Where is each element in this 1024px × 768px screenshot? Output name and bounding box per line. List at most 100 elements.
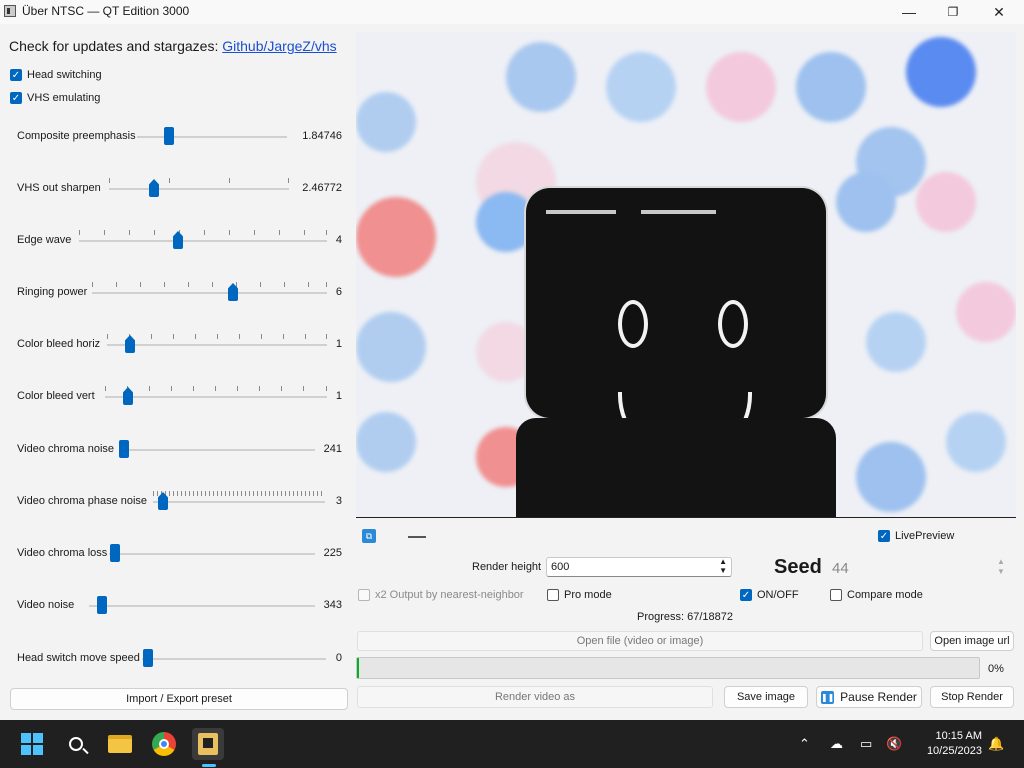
slider-track[interactable] — [92, 292, 327, 294]
onedrive-icon[interactable]: ☁ — [830, 736, 843, 752]
checkbox-unchecked-icon — [830, 589, 842, 601]
checkbox-checked-icon: ✓ — [878, 530, 890, 542]
slider-video-chroma-noise: Video chroma noise 241 — [17, 439, 342, 461]
x2-output-checkbox[interactable]: x2 Output by nearest-neighbor — [358, 589, 524, 601]
pause-render-button[interactable]: ❚❚ Pause Render — [816, 686, 922, 708]
seed-spin-icon[interactable]: ▲ ▼ — [997, 557, 1005, 577]
slider-track[interactable] — [79, 240, 327, 242]
onoff-checkbox[interactable]: ✓ ON/OFF — [740, 589, 799, 601]
slider-color-bleed-vert: Color bleed vert 1 — [17, 386, 342, 408]
file-explorer-icon[interactable] — [104, 728, 136, 760]
slider-video-chroma-loss: Video chroma loss 225 — [17, 543, 342, 565]
close-button[interactable]: ✕ — [976, 0, 1022, 24]
onoff-label: ON/OFF — [757, 589, 799, 601]
render-controls: ⧉ ✓ LivePreview Render height 600 ▲ ▼ See… — [356, 519, 1024, 720]
head-switching-label: Head switching — [27, 69, 102, 81]
slider-handle[interactable] — [164, 127, 174, 145]
slider-label: VHS out sharpen — [17, 182, 101, 194]
video-preview — [356, 32, 1016, 518]
bg-bubble — [356, 197, 436, 277]
updates-text: Check for updates and stargazes: — [9, 38, 219, 54]
timeline-slider[interactable] — [408, 536, 426, 538]
slider-video-noise: Video noise 343 — [17, 595, 342, 617]
bg-bubble — [916, 172, 976, 232]
slider-track[interactable] — [153, 501, 325, 503]
slider-track[interactable] — [137, 136, 287, 138]
stop-render-button[interactable]: Stop Render — [930, 686, 1014, 708]
slider-track[interactable] — [109, 188, 289, 190]
bg-bubble — [506, 42, 576, 112]
slider-value: 1 — [335, 390, 342, 402]
head-highlight — [641, 210, 716, 214]
character-right-eye — [718, 300, 748, 348]
progress-text: Progress: 67/18872 — [637, 611, 734, 623]
save-image-button[interactable]: Save image — [724, 686, 808, 708]
maximize-button[interactable]: ❐ — [930, 0, 976, 24]
search-icon[interactable] — [60, 728, 92, 760]
live-preview-label: LivePreview — [895, 530, 955, 542]
slider-track[interactable] — [89, 605, 315, 607]
open-file-button[interactable]: Open file (video or image) — [357, 631, 923, 651]
slider-handle[interactable] — [143, 649, 153, 667]
chrome-icon[interactable] — [148, 728, 180, 760]
slider-value: 241 — [323, 443, 342, 455]
vhs-emulating-checkbox[interactable]: ✓ VHS emulating — [10, 92, 100, 104]
windows-start-icon[interactable] — [16, 728, 48, 760]
slider-ticks — [92, 282, 327, 288]
taskbar: ⌃ ☁ ▭ 🔇 10:15 AM 10/25/2023 🔔 — [0, 720, 1024, 768]
bg-bubble — [606, 52, 676, 122]
slider-label: Composite preemphasis — [17, 130, 136, 142]
slider-label: Head switch move speed — [17, 652, 140, 664]
render-video-as-button[interactable]: Render video as — [357, 686, 713, 708]
slider-track[interactable] — [119, 449, 315, 451]
title-bar[interactable]: Über NTSC — QT Edition 3000 — ❐ ✕ — [0, 0, 1024, 24]
render-height-label: Render height — [472, 561, 542, 573]
slider-ticks — [107, 334, 327, 340]
checkbox-unchecked-icon — [547, 589, 559, 601]
pro-mode-label: Pro mode — [564, 589, 612, 601]
head-switching-checkbox[interactable]: ✓ Head switching — [10, 69, 102, 81]
slider-handle[interactable] — [119, 440, 129, 458]
slider-label: Color bleed horiz — [17, 338, 101, 350]
github-link[interactable]: Github/JargeZ/vhs — [222, 38, 336, 54]
pro-mode-checkbox[interactable]: Pro mode — [547, 589, 612, 601]
checkbox-checked-icon: ✓ — [740, 589, 752, 601]
bg-bubble — [866, 312, 926, 372]
slider-handle[interactable] — [110, 544, 120, 562]
compare-mode-checkbox[interactable]: Compare mode — [830, 589, 923, 601]
slider-vhs-out-sharpen: VHS out sharpen 2.46772 — [17, 178, 342, 200]
bg-bubble — [356, 412, 416, 472]
slider-track[interactable] — [107, 344, 327, 346]
open-image-url-button[interactable]: Open image url — [930, 631, 1014, 651]
uber-ntsc-app-icon[interactable] — [192, 728, 224, 760]
slider-value: 1.84746 — [302, 130, 342, 142]
notification-bell-icon[interactable]: 🔔 — [988, 736, 1004, 752]
minimize-button[interactable]: — — [886, 0, 932, 24]
render-progress-bar — [356, 657, 980, 679]
spin-arrows-icon[interactable]: ▲ ▼ — [719, 557, 727, 575]
bg-bubble — [946, 412, 1006, 472]
slider-track[interactable] — [105, 396, 327, 398]
character-head — [526, 188, 826, 418]
checkbox-checked-icon: ✓ — [10, 92, 22, 104]
bg-bubble — [906, 37, 976, 107]
slider-value: 1 — [335, 338, 342, 350]
render-height-input[interactable]: 600 ▲ ▼ — [546, 557, 732, 577]
slider-track[interactable] — [109, 553, 315, 555]
volume-muted-icon[interactable]: 🔇 — [886, 736, 902, 752]
slider-handle[interactable] — [97, 596, 107, 614]
bg-bubble — [356, 312, 426, 382]
show-hidden-icons-icon[interactable]: ⌃ — [799, 736, 810, 752]
slider-value: 343 — [323, 599, 342, 611]
slider-track[interactable] — [142, 658, 326, 660]
character-body — [516, 418, 836, 517]
slider-edge-wave: Edge wave 4 — [17, 230, 342, 252]
network-icon[interactable]: ▭ — [860, 736, 872, 752]
pause-icon: ❚❚ — [820, 690, 835, 704]
updates-line: Check for updates and stargazes: Github/… — [9, 38, 337, 54]
frame-jump-icon[interactable]: ⧉ — [362, 529, 376, 543]
slider-color-bleed-horiz: Color bleed horiz 1 — [17, 334, 342, 356]
clock[interactable]: 10:15 AM 10/25/2023 — [912, 729, 982, 759]
import-export-preset-button[interactable]: Import / Export preset — [10, 688, 348, 710]
live-preview-checkbox[interactable]: ✓ LivePreview — [878, 530, 954, 542]
